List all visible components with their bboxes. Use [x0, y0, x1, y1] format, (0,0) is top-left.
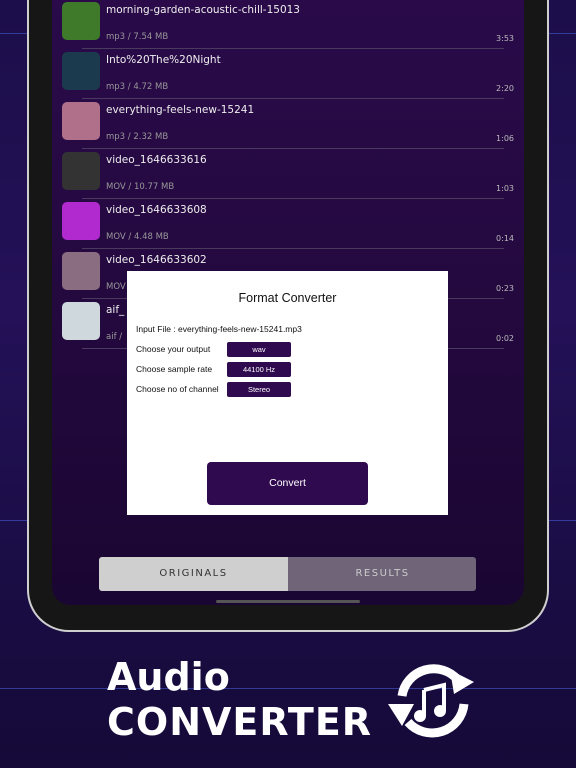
- file-duration: 0:14: [496, 234, 514, 243]
- file-list-item[interactable]: morning-garden-acoustic-chill-15013 mp3 …: [62, 2, 514, 52]
- sample-rate-label: Choose sample rate: [136, 364, 213, 374]
- file-duration: 2:20: [496, 84, 514, 93]
- convert-button[interactable]: Convert: [207, 462, 368, 505]
- output-format-select[interactable]: wav: [227, 342, 291, 357]
- channel-label: Choose no of channel: [136, 384, 219, 394]
- divider: [82, 148, 504, 149]
- bg-line: [0, 688, 576, 689]
- file-list-item[interactable]: video_1646633608 MOV / 4.48 MB 0:14: [62, 202, 514, 252]
- file-meta: aif /: [106, 332, 123, 342]
- file-duration: 0:23: [496, 284, 514, 293]
- file-list-item[interactable]: Into%20The%20Night mp3 / 4.72 MB 2:20: [62, 52, 514, 102]
- output-label: Choose your output: [136, 344, 211, 354]
- input-file-label: Input File : everything-feels-new-15241.…: [136, 324, 302, 334]
- file-thumbnail: [62, 202, 100, 240]
- file-meta: MOV: [106, 282, 126, 292]
- headline-converter: CONVERTER: [107, 700, 373, 744]
- file-meta: mp3 / 7.54 MB: [106, 32, 169, 42]
- file-title: video_1646633616: [106, 154, 207, 166]
- file-thumbnail: [62, 302, 100, 340]
- file-title: video_1646633602: [106, 254, 207, 266]
- file-meta: mp3 / 2.32 MB: [106, 132, 169, 142]
- sample-rate-select[interactable]: 44100 Hz: [227, 362, 291, 377]
- file-list-item[interactable]: everything-feels-new-15241 mp3 / 2.32 MB…: [62, 102, 514, 152]
- file-title: aif_: [106, 304, 125, 316]
- tab-originals[interactable]: ORIGINALS: [99, 557, 288, 591]
- divider: [82, 248, 504, 249]
- tab-bar: ORIGINALS RESULTS: [99, 557, 476, 591]
- file-meta: MOV / 10.77 MB: [106, 182, 175, 192]
- file-thumbnail: [62, 52, 100, 90]
- headline-audio: Audio: [107, 655, 230, 699]
- file-title: everything-feels-new-15241: [106, 104, 255, 116]
- file-meta: mp3 / 4.72 MB: [106, 82, 169, 92]
- file-duration: 3:53: [496, 34, 514, 43]
- file-meta: MOV / 4.48 MB: [106, 232, 169, 242]
- file-title: morning-garden-acoustic-chill-15013: [106, 4, 300, 16]
- file-thumbnail: [62, 2, 100, 40]
- file-thumbnail: [62, 102, 100, 140]
- file-list-item[interactable]: video_1646633616 MOV / 10.77 MB 1:03: [62, 152, 514, 202]
- file-thumbnail: [62, 152, 100, 190]
- sample-rate-row: Choose sample rate 44100 Hz: [136, 362, 436, 377]
- format-converter-dialog: Format Converter Input File : everything…: [127, 271, 448, 515]
- tab-results[interactable]: RESULTS: [288, 557, 476, 591]
- channel-select[interactable]: Stereo: [227, 382, 291, 397]
- file-duration: 0:02: [496, 334, 514, 343]
- file-thumbnail: [62, 252, 100, 290]
- divider: [82, 48, 504, 49]
- output-row: Choose your output wav: [136, 342, 436, 357]
- file-duration: 1:03: [496, 184, 514, 193]
- home-indicator: [216, 600, 360, 603]
- channel-row: Choose no of channel Stereo: [136, 382, 436, 397]
- file-title: video_1646633608: [106, 204, 207, 216]
- dialog-title: Format Converter: [238, 291, 337, 305]
- divider: [82, 198, 504, 199]
- divider: [82, 98, 504, 99]
- audio-convert-icon: [388, 664, 474, 738]
- file-title: Into%20The%20Night: [106, 54, 221, 66]
- file-duration: 1:06: [496, 134, 514, 143]
